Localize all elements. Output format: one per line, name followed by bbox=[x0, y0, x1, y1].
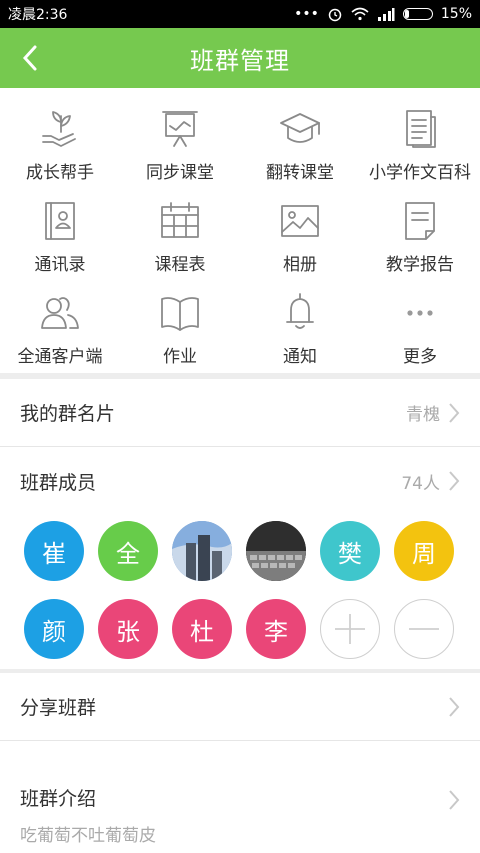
users-icon bbox=[37, 290, 83, 336]
member-avatars: 崔全 樊周颜张杜李 bbox=[0, 515, 480, 669]
member-avatar[interactable] bbox=[172, 521, 232, 581]
add-member-button[interactable] bbox=[320, 599, 380, 659]
signal-icon bbox=[377, 8, 395, 21]
open-book-icon bbox=[157, 290, 203, 336]
document-icon bbox=[397, 106, 443, 152]
grid-item-label: 更多 bbox=[403, 347, 437, 367]
group-intro-label: 班群介绍 bbox=[20, 788, 97, 810]
alarm-icon bbox=[328, 8, 342, 22]
grid-item-label: 全通客户端 bbox=[17, 347, 103, 367]
chevron-right-icon bbox=[449, 402, 460, 423]
group-intro-row[interactable]: 班群介绍 bbox=[0, 741, 480, 821]
report-icon bbox=[397, 198, 443, 244]
minus-icon bbox=[409, 628, 439, 630]
grid-item-label: 作业 bbox=[163, 347, 197, 367]
member-avatar[interactable]: 樊 bbox=[320, 521, 380, 581]
page-title: 班群管理 bbox=[190, 46, 290, 75]
grid-item-6[interactable]: 相册 bbox=[240, 190, 360, 282]
grid-item-label: 翻转课堂 bbox=[266, 163, 334, 183]
contact-book-icon bbox=[37, 198, 83, 244]
group-card-value: 青槐 bbox=[406, 405, 440, 425]
more-dots-icon bbox=[397, 290, 443, 336]
grid-item-label: 课程表 bbox=[154, 255, 206, 275]
grid-item-label: 相册 bbox=[283, 255, 317, 275]
member-avatar[interactable]: 颜 bbox=[24, 599, 84, 659]
member-avatar[interactable]: 杜 bbox=[172, 599, 232, 659]
members-row[interactable]: 班群成员 74人 bbox=[0, 447, 480, 515]
grid-item-2[interactable]: 翻转课堂 bbox=[240, 98, 360, 190]
grid-item-label: 成长帮手 bbox=[26, 163, 94, 183]
grid-item-8[interactable]: 全通客户端 bbox=[0, 282, 120, 374]
member-avatar[interactable]: 周 bbox=[394, 521, 454, 581]
grid-item-11[interactable]: 更多 bbox=[360, 282, 480, 374]
grid-item-label: 通讯录 bbox=[34, 255, 86, 275]
grid-item-7[interactable]: 教学报告 bbox=[360, 190, 480, 282]
status-bar: 凌晨2:36 ••• 15% bbox=[0, 0, 480, 28]
remove-member-button[interactable] bbox=[394, 599, 454, 659]
app-header: 班群管理 bbox=[0, 28, 480, 88]
presentation-board-icon bbox=[157, 106, 203, 152]
grid-item-label: 小学作文百科 bbox=[369, 163, 471, 183]
back-arrow-icon bbox=[22, 45, 37, 71]
grid-item-9[interactable]: 作业 bbox=[120, 282, 240, 374]
member-avatar[interactable] bbox=[246, 521, 306, 581]
battery-icon bbox=[402, 8, 433, 20]
grid-item-1[interactable]: 同步课堂 bbox=[120, 98, 240, 190]
grid-item-label: 教学报告 bbox=[386, 255, 454, 275]
grid-item-0[interactable]: 成长帮手 bbox=[0, 98, 120, 190]
graduation-cap-icon bbox=[277, 106, 323, 152]
group-card-label: 我的群名片 bbox=[20, 403, 116, 425]
wifi-icon bbox=[351, 7, 369, 21]
share-group-label: 分享班群 bbox=[20, 697, 97, 719]
grid-item-4[interactable]: 通讯录 bbox=[0, 190, 120, 282]
photo-icon bbox=[277, 198, 323, 244]
member-avatar[interactable]: 全 bbox=[98, 521, 158, 581]
member-avatar[interactable]: 李 bbox=[246, 599, 306, 659]
hand-plant-icon bbox=[37, 106, 83, 152]
battery-percent: 15% bbox=[440, 6, 472, 22]
members-label: 班群成员 bbox=[20, 471, 97, 494]
grid-item-3[interactable]: 小学作文百科 bbox=[360, 98, 480, 190]
grid-item-10[interactable]: 通知 bbox=[240, 282, 360, 374]
feature-grid: 成长帮手 同步课堂 翻转课堂 小学作文百科通讯录 课程表 相册 教学报告全通客户端 作业 通知 更… bbox=[0, 88, 480, 373]
calendar-icon bbox=[157, 198, 203, 244]
status-time: 凌晨2:36 bbox=[8, 7, 68, 23]
member-avatar[interactable]: 张 bbox=[98, 599, 158, 659]
plus-icon bbox=[335, 614, 365, 644]
group-card-row[interactable]: 我的群名片 青槐 bbox=[0, 379, 480, 447]
grid-item-label: 同步课堂 bbox=[146, 163, 214, 183]
group-intro-text: 吃葡萄不吐葡萄皮 bbox=[20, 826, 156, 846]
back-button[interactable] bbox=[14, 42, 46, 74]
member-avatar[interactable]: 崔 bbox=[24, 521, 84, 581]
members-count: 74人 bbox=[401, 473, 440, 494]
chevron-right-icon bbox=[449, 790, 460, 810]
grid-item-label: 通知 bbox=[283, 347, 317, 367]
chevron-right-icon bbox=[449, 696, 460, 717]
share-group-row[interactable]: 分享班群 bbox=[0, 673, 480, 741]
chevron-right-icon bbox=[449, 471, 460, 491]
grid-item-5[interactable]: 课程表 bbox=[120, 190, 240, 282]
more-dots-status-icon: ••• bbox=[294, 6, 319, 22]
bell-icon bbox=[277, 290, 323, 336]
